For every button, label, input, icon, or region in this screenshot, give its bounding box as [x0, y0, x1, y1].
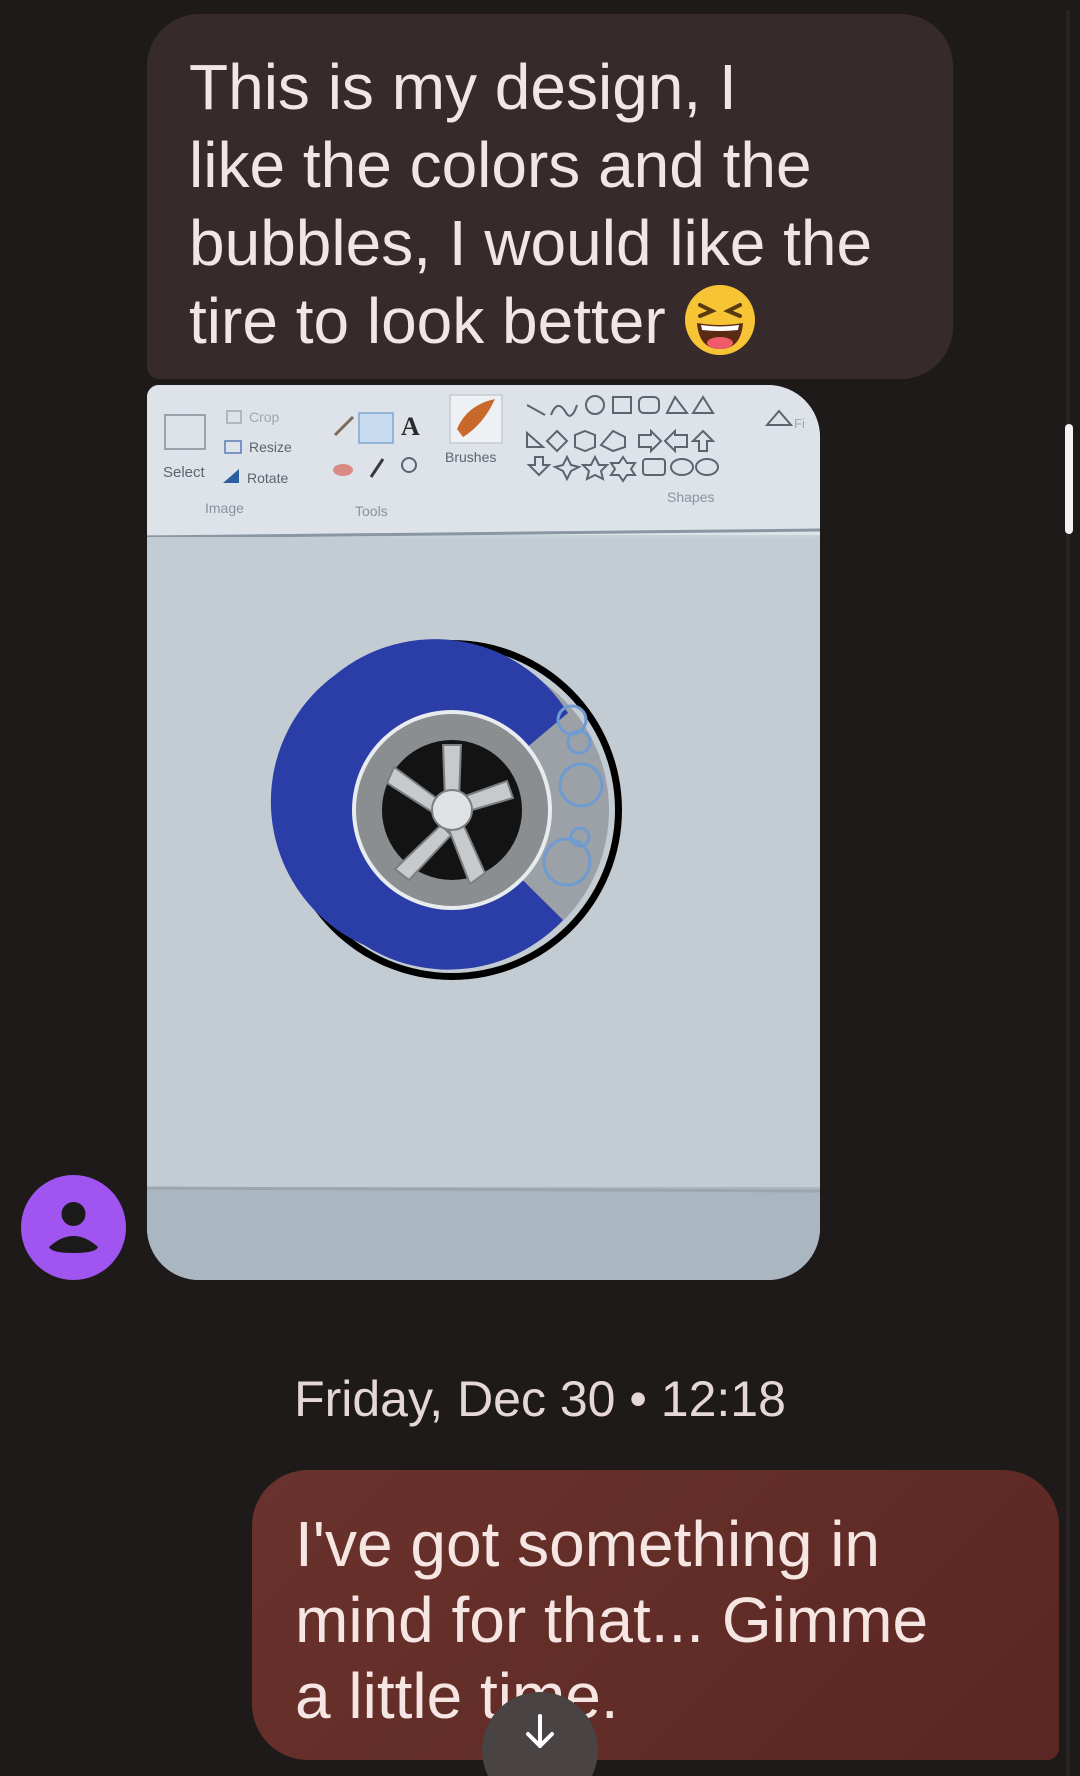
message-line: mind for that... Gimme — [295, 1584, 929, 1656]
incoming-image-attachment[interactable]: Select Crop Resize Rotate Image A Tools … — [147, 385, 820, 1280]
laughing-emoji-icon — [683, 283, 757, 357]
rotate-label: Rotate — [247, 470, 288, 486]
message-line: like the colors and the — [189, 129, 812, 201]
text-tool-label: A — [401, 412, 420, 441]
paint-screenshot-photo: Select Crop Resize Rotate Image A Tools … — [147, 385, 820, 1280]
select-label: Select — [163, 464, 206, 481]
conversation-screen: This is my design, I like the colors and… — [0, 0, 1080, 1776]
message-line: I've got something in — [295, 1508, 880, 1580]
scrollbar-track[interactable] — [1066, 10, 1070, 1776]
crop-label: Crop — [249, 409, 280, 425]
shapes-group-label: Shapes — [667, 489, 714, 505]
message-line: tire to look better — [189, 282, 913, 360]
contact-avatar[interactable] — [21, 1175, 126, 1280]
message-line: bubbles, I would like the — [189, 207, 873, 279]
fill-label: Fi — [794, 416, 805, 431]
message-line: a little time. — [295, 1660, 619, 1732]
tools-group-label: Tools — [355, 503, 388, 519]
brushes-label: Brushes — [445, 449, 496, 465]
arrow-down-icon — [526, 1714, 554, 1748]
incoming-message-bubble[interactable]: This is my design, I like the colors and… — [147, 14, 953, 379]
scrollbar-thumb[interactable] — [1065, 424, 1073, 534]
outgoing-message-bubble[interactable]: I've got something in mind for that... G… — [252, 1470, 1059, 1760]
image-group-label: Image — [205, 500, 244, 516]
resize-label: Resize — [249, 439, 292, 455]
timestamp-divider: Friday, Dec 30 • 12:18 — [294, 1371, 786, 1427]
person-icon — [49, 1202, 98, 1253]
message-line: This is my design, I — [189, 51, 737, 123]
